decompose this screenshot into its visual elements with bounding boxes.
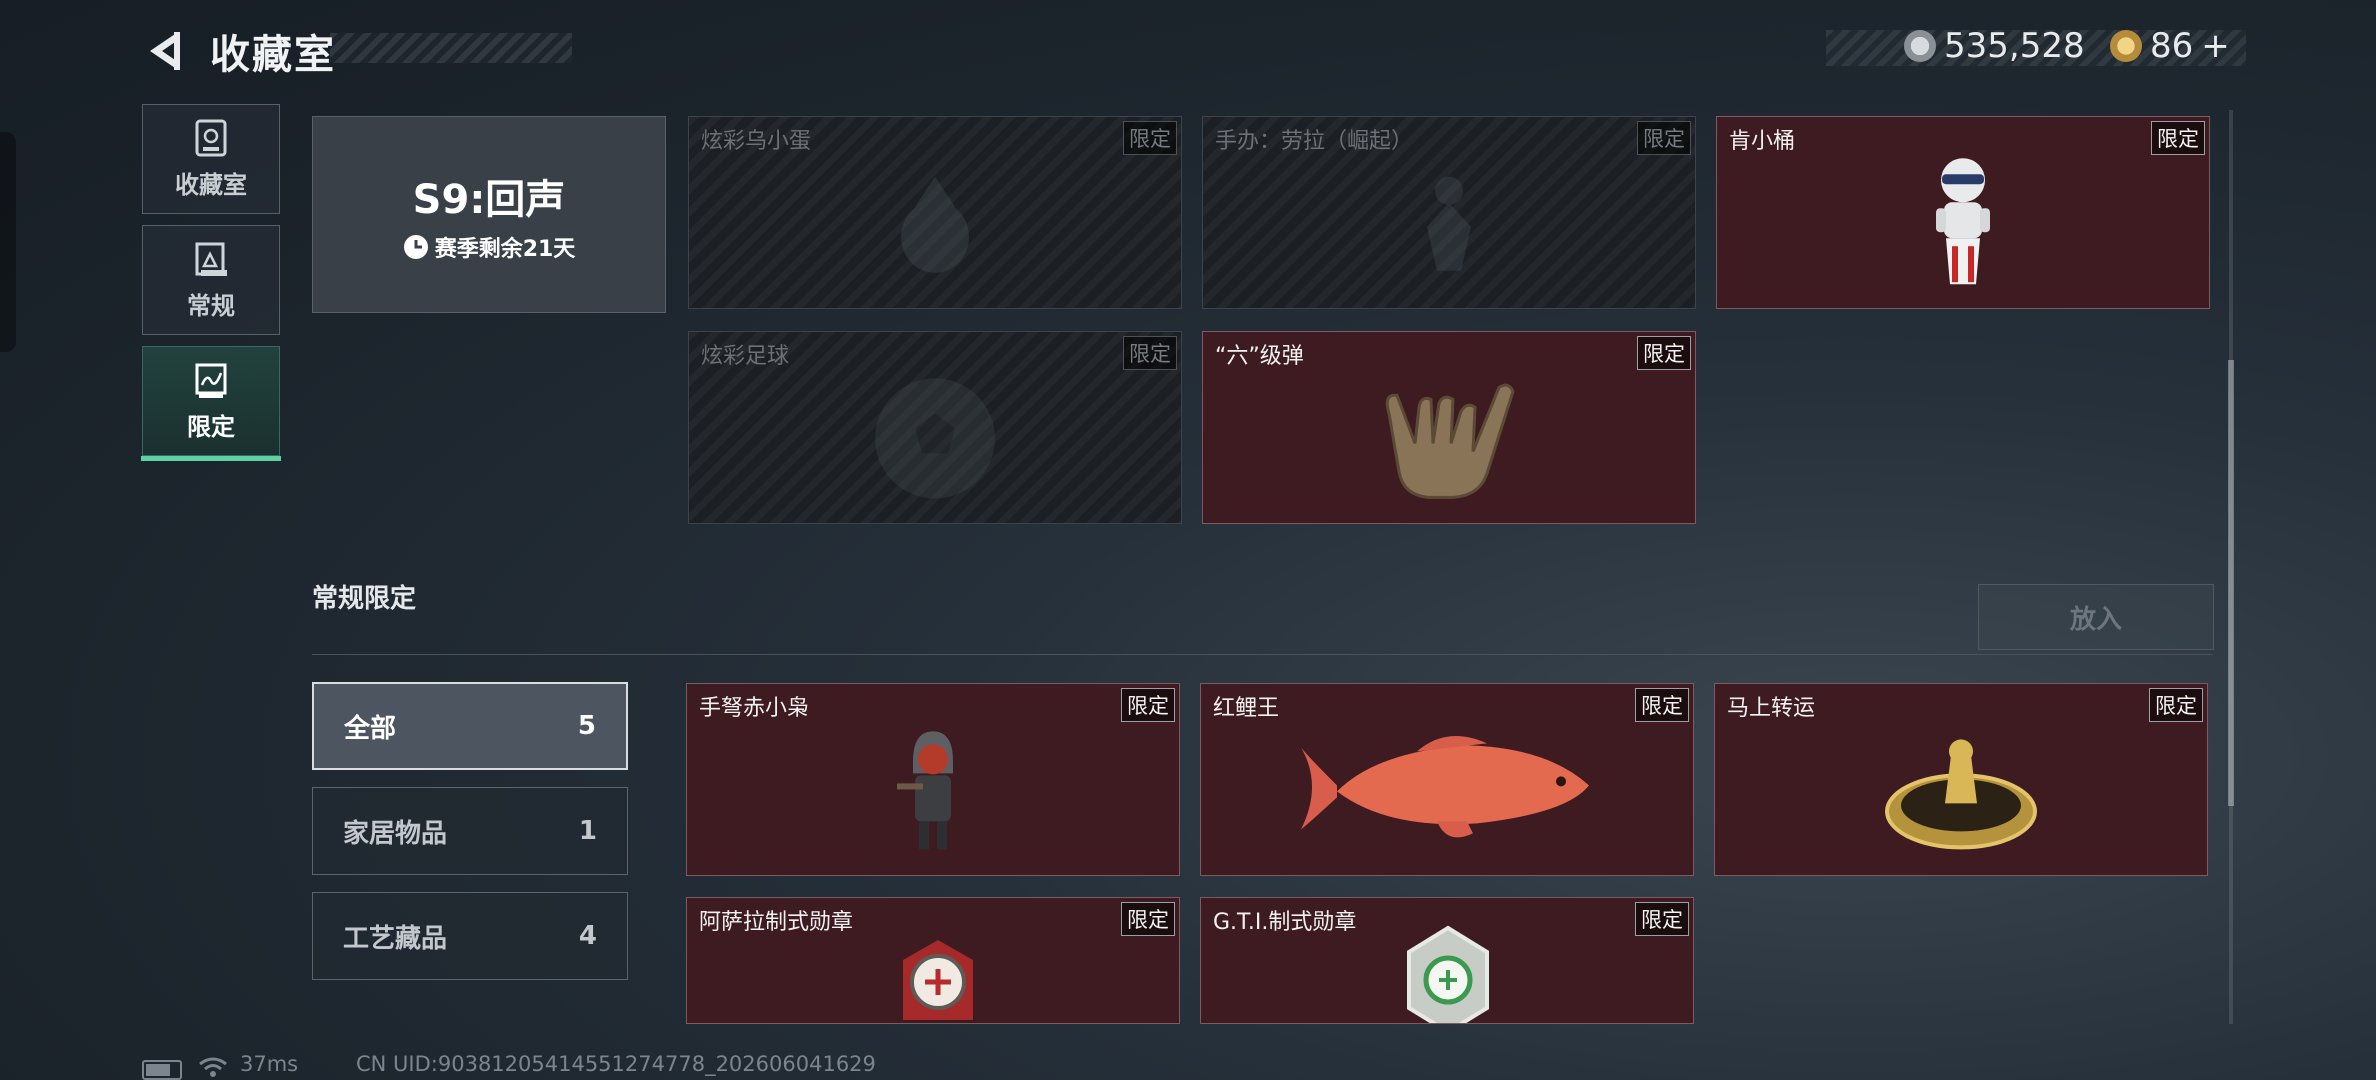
nav-tab-label: 限定 xyxy=(187,412,235,441)
uid-text: CN UID:903812054145512747​78_20260604162… xyxy=(356,1052,876,1076)
season-title: S9:回声 xyxy=(412,176,566,223)
hand-sign-icon xyxy=(1385,383,1515,499)
trophy-icon xyxy=(195,119,227,156)
nav-tab-label: 收藏室 xyxy=(175,170,247,199)
divider xyxy=(312,654,2212,655)
limited-badge: 限定 xyxy=(1121,688,1175,722)
ping-text: 37ms xyxy=(240,1052,299,1076)
collectible-card-locked[interactable]: 炫彩乌小蛋 限定 xyxy=(688,116,1182,309)
limited-badge: 限定 xyxy=(1635,902,1689,936)
title-stripe xyxy=(330,33,572,63)
collectible-card[interactable]: 肯小桶 限定 xyxy=(1716,116,2210,309)
card-name: 炫彩乌小蛋 xyxy=(701,129,812,154)
nav-tab-regular[interactable]: 常规 xyxy=(142,225,280,335)
season-card: S9:回声 赛季剩余21天 xyxy=(312,116,666,313)
season-remaining-text: 赛季剩余21天 xyxy=(434,236,576,262)
collectible-card[interactable]: 阿萨拉制式勋章 限定 xyxy=(686,897,1180,1024)
put-in-button[interactable]: 放入 xyxy=(1978,584,2214,650)
card-name: 红鲤王 xyxy=(1213,696,1280,721)
hooded-figure-icon xyxy=(897,730,953,849)
collectible-card-locked[interactable]: 手办：劳拉（崛起） 限定 xyxy=(1202,116,1696,309)
filter-all[interactable]: 全部 5 xyxy=(312,682,628,770)
bird-figurine-icon xyxy=(901,176,969,273)
collectible-card[interactable]: 马上转运 限定 xyxy=(1714,683,2208,876)
nav-tab-limited[interactable]: 限定 xyxy=(141,346,281,461)
card-name: 肯小桶 xyxy=(1729,129,1796,154)
card-name: “六”级弹 xyxy=(1215,344,1304,369)
limited-badge: 限定 xyxy=(1123,121,1177,155)
soccer-ball-icon xyxy=(875,377,995,498)
collectible-card[interactable]: 手弩赤小枭 限定 xyxy=(686,683,1180,876)
filter-label: 家居物品 xyxy=(343,818,448,849)
back-arrow-icon[interactable] xyxy=(140,26,190,76)
card-name: 马上转运 xyxy=(1727,696,1816,721)
currency-gem: 86 + xyxy=(2110,26,2230,66)
triangle-coin-icon xyxy=(2110,30,2142,62)
card-name: 手弩赤小枭 xyxy=(699,696,810,721)
clock-icon xyxy=(403,234,428,259)
nav-tab-label: 常规 xyxy=(187,291,235,320)
wifi-icon xyxy=(199,1057,227,1077)
gold-disc-icon xyxy=(1885,738,2037,849)
currency-coin: 535,528 xyxy=(1904,26,2085,66)
card-name: 炫彩足球 xyxy=(701,344,790,369)
filter-count: 1 xyxy=(578,816,597,846)
limited-badge: 限定 xyxy=(1123,336,1177,370)
limited-badge: 限定 xyxy=(2151,121,2205,155)
filter-home-items[interactable]: 家居物品 1 xyxy=(312,787,628,875)
season-remaining: 赛季剩余21天 xyxy=(403,231,576,263)
frame-icon xyxy=(195,242,227,276)
card-name: G.T.I.制式勋章 xyxy=(1213,910,1357,935)
section-title: 常规限定 xyxy=(312,584,417,614)
limited-badge: 限定 xyxy=(1637,336,1691,370)
collectible-card[interactable]: 红鲤王 限定 xyxy=(1200,683,1694,876)
add-currency-button[interactable]: + xyxy=(2201,26,2230,66)
collectible-card[interactable]: “六”级弹 限定 xyxy=(1202,331,1696,524)
page-title: 收藏室 xyxy=(210,32,336,78)
edge-handle xyxy=(0,132,16,352)
currency-coin-value: 535,528 xyxy=(1944,26,2085,66)
filter-label: 全部 xyxy=(344,713,397,744)
card-name: 阿萨拉制式勋章 xyxy=(699,910,854,935)
card-name: 手办：劳拉（崛起） xyxy=(1215,129,1414,154)
limited-badge: 限定 xyxy=(2149,688,2203,722)
scrollbar-thumb[interactable] xyxy=(2228,360,2234,806)
limited-icon xyxy=(195,363,227,398)
medal-icon xyxy=(1407,925,1489,1023)
collectible-card-locked[interactable]: 炫彩足球 限定 xyxy=(688,331,1182,524)
currency-gem-value: 86 xyxy=(2150,26,2194,66)
battery-icon xyxy=(142,1060,182,1080)
carp-fish-icon xyxy=(1301,735,1589,837)
bucket-robot-icon xyxy=(1936,157,1990,284)
filter-craft-items[interactable]: 工艺藏品 4 xyxy=(312,892,628,980)
nav-tab-collection[interactable]: 收藏室 xyxy=(142,104,280,214)
figure-icon xyxy=(1427,176,1471,271)
limited-badge: 限定 xyxy=(1637,121,1691,155)
collectible-card[interactable]: G.T.I.制式勋章 限定 xyxy=(1200,897,1694,1024)
coin-icon xyxy=(1904,30,1936,62)
filter-count: 4 xyxy=(578,921,597,951)
limited-badge: 限定 xyxy=(1121,902,1175,936)
limited-badge: 限定 xyxy=(1635,688,1689,722)
medal-icon xyxy=(903,940,973,1020)
filter-count: 5 xyxy=(577,711,596,741)
filter-label: 工艺藏品 xyxy=(343,923,448,954)
